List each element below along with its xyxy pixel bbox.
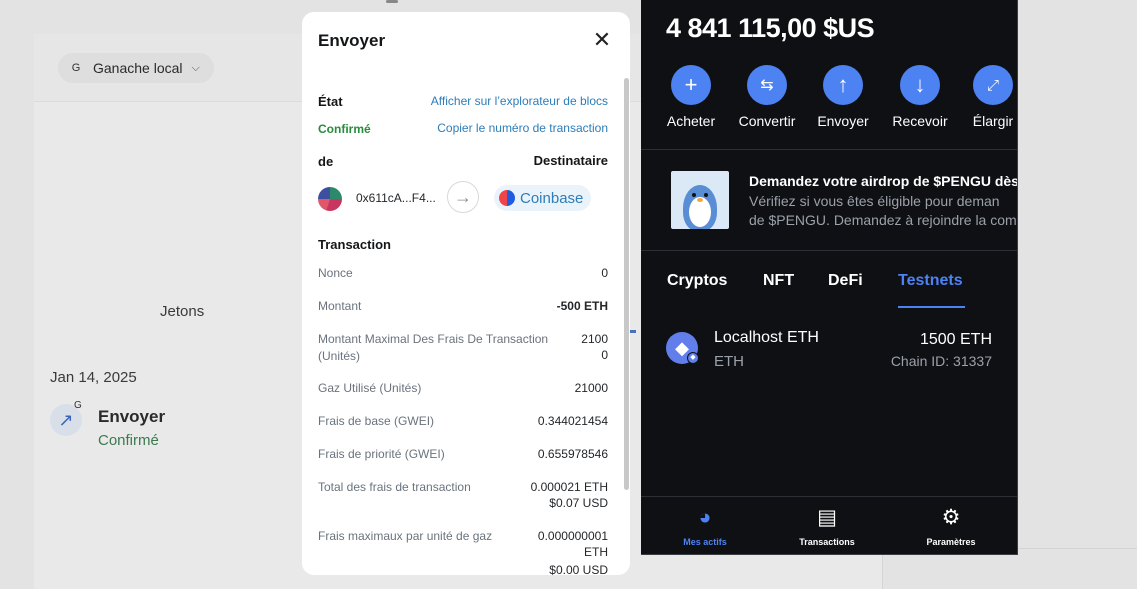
receive-button[interactable]: ↓ Recevoir [880,65,960,129]
send-button[interactable]: ↑ Envoyer [803,65,883,129]
detail-label-priority-fee: Frais de priorité (GWEI) [318,447,445,461]
detail-value-amount: -500 ETH [556,299,608,313]
promo-line-1: Vérifiez si vous êtes éligible pour dema… [749,193,1000,209]
detail-label-nonce: Nonce [318,266,353,280]
detail-value-base-fee: 0.344021454 [537,414,608,428]
detail-value-priority-fee: 0.655978546 [537,447,608,461]
buy-label: Acheter [666,113,716,129]
ethereum-network-badge-icon: ◆ [687,352,699,364]
expand-label: Élargir [972,113,1014,129]
detail-label-max-fee-per-gas: Frais maximaux par unité de gaz [318,529,493,543]
active-tab-underline [898,306,965,308]
gear-icon: ⚙ [941,506,961,529]
receive-label: Recevoir [892,113,948,129]
network-badge: G [71,62,81,74]
network-selector[interactable]: G Ganache local ⌵ [58,53,214,83]
detail-value-nonce: 0 [601,266,608,280]
detail-value-max-gas-units: 2100 0 [581,332,608,362]
penguin-eye [704,193,708,197]
pengu-image [671,171,729,229]
recipient-pill[interactable]: Coinbase [494,185,592,211]
nav-settings[interactable]: ⚙ Paramètres [896,505,1006,547]
promo-text: Vérifiez si vous êtes éligible pour dema… [749,192,1017,230]
sender-address[interactable]: 0x611cA...F4... [356,191,436,205]
expand-icon[interactable]: ⤢ [973,65,1013,105]
token-symbol: ETH [714,353,744,370]
network-name: Ganache local [93,60,183,76]
total-balance: 4 841 115,00 $US [666,13,875,43]
nav-label: Transactions [799,537,855,547]
background-fragment [386,0,398,3]
coinbase-logo-icon [499,190,515,206]
scrollbar-thumb[interactable] [624,78,629,490]
to-label: Destinataire [533,153,608,168]
detail-value-max-fee-usd: $0.00 USD [549,563,608,575]
penguin-beak [697,198,703,202]
chevron-down-icon: ⌵ [191,61,200,74]
expand-button[interactable]: ⤢ Élargir [953,65,1017,129]
buy-button[interactable]: + Acheter [651,65,731,129]
promo-title[interactable]: Demandez votre airdrop de $PENGU dès [749,173,1017,189]
swap-label: Convertir [738,113,796,129]
nav-label: Paramètres [926,537,976,547]
activity-item-status: Confirmé [98,432,159,449]
explorer-link[interactable]: Afficher sur l’explorateur de blocs [431,93,608,109]
tab-testnets[interactable]: Testnets [898,272,963,290]
token-amount: 1500 ETH [919,331,992,348]
transaction-details-modal: Envoyer ✕ État Afficher sur l’explorateu… [302,12,630,575]
activity-date: Jan 14, 2025 [50,369,137,386]
transaction-heading: Transaction [318,237,391,252]
divider [641,496,1017,497]
nav-my-assets[interactable]: ◕ Mes actifs [650,505,760,547]
detail-label-max-gas-units: Montant Maximal Des Frais De Transaction… [318,332,549,363]
detail-label-gas-used: Gaz Utilisé (Unités) [318,381,422,395]
tab-cryptos[interactable]: Cryptos [667,272,727,290]
state-label: État [318,94,343,109]
from-label: de [318,154,334,169]
copy-tx-id-link[interactable]: Copier le numéro de transaction [437,120,608,136]
divider [641,250,1017,251]
tab-nft[interactable]: NFT [763,272,794,290]
detail-value-total-fee-usd: $0.07 USD [549,496,608,510]
penguin-eye [692,193,696,197]
detail-value-max-fee-per-gas: 0.000000001 ETH [537,529,608,559]
detail-label-base-fee: Frais de base (GWEI) [318,414,435,428]
pie-chart-icon: ◕ [698,506,712,529]
token-chain-id: Chain ID: 31337 [890,353,992,369]
detail-label-total-fee: Total des frais de transaction [318,480,471,494]
receipt-icon: ▤ [817,506,837,529]
tab-defi[interactable]: DeFi [828,272,863,290]
state-value: Confirmé [318,122,371,136]
plus-icon[interactable]: + [671,65,711,105]
nav-transactions[interactable]: ▤ Transactions [772,505,882,547]
send-label: Envoyer [817,113,869,129]
divider [641,149,1017,150]
arrow-down-icon[interactable]: ↓ [900,65,940,105]
tab-underline [630,330,636,333]
token-name[interactable]: Localhost ETH [714,329,819,347]
recipient-name: Coinbase [520,189,584,207]
arrow-up-icon[interactable]: ↑ [823,65,863,105]
swap-button[interactable]: ⇆ Convertir [727,65,807,129]
modal-title: Envoyer [318,31,386,50]
wallet-panel: 4 841 115,00 $US + Acheter ⇆ Convertir ↑… [641,0,1018,555]
detail-value-total-fee: 0.000021 ETH [530,480,608,494]
close-icon[interactable]: ✕ [592,29,612,51]
sender-avatar [318,187,342,211]
arrow-right-icon: → [447,181,479,213]
detail-value-gas-used: 21000 [574,381,608,395]
detail-label-amount: Montant [318,299,362,313]
promo-line-2: de $PENGU. Demandez à rejoindre la com [749,212,1017,228]
swap-icon[interactable]: ⇆ [747,65,787,105]
tx-network-badge: G [74,400,82,411]
tab-tokens[interactable]: Jetons [160,303,204,320]
nav-label: Mes actifs [683,537,727,547]
activity-item-title[interactable]: Envoyer [98,407,165,427]
